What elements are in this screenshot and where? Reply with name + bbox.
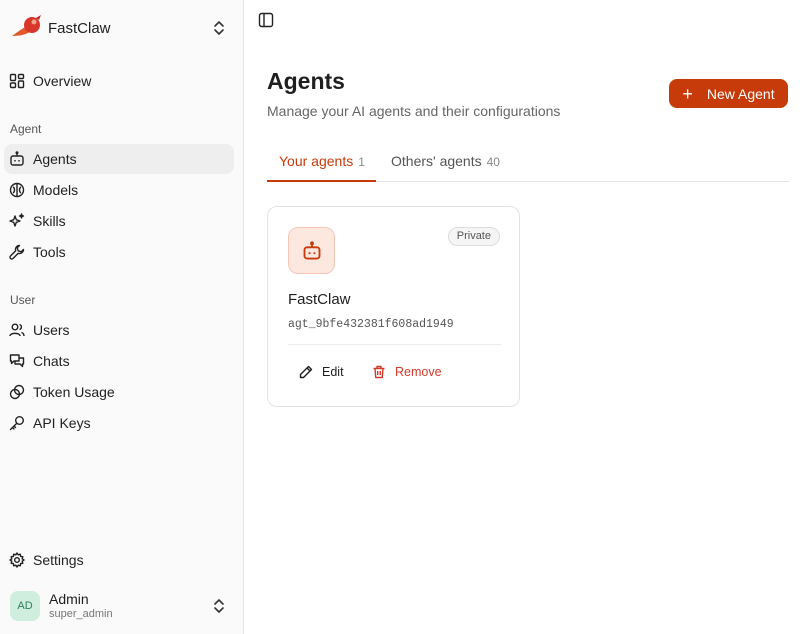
bot-icon: [303, 240, 320, 259]
sidebar-item-users[interactable]: Users: [4, 315, 234, 345]
sidebar-toggle-icon[interactable]: [258, 12, 274, 28]
brain-icon: [9, 182, 25, 198]
avatar: AD: [10, 591, 40, 621]
sidebar-item-label: Users: [33, 322, 70, 338]
tab-count: 40: [486, 155, 500, 169]
agent-id: agt_9bfe432381f608ad1949: [288, 318, 454, 331]
section-label-agent: Agent: [10, 122, 42, 136]
remove-label: Remove: [395, 365, 442, 379]
sidebar-item-label: Skills: [33, 213, 66, 229]
dashboard-icon: [9, 73, 25, 89]
page-subtitle: Manage your AI agents and their configur…: [267, 103, 561, 119]
divider: [288, 344, 501, 345]
sidebar-item-label: Agents: [33, 151, 77, 167]
wrench-icon: [9, 244, 25, 260]
sidebar-item-overview[interactable]: Overview: [4, 66, 234, 96]
sidebar-item-label: Tools: [33, 244, 66, 260]
users-icon: [9, 323, 25, 337]
user-name: Admin: [49, 591, 89, 607]
sparkles-icon: [9, 213, 25, 227]
key-icon: [9, 416, 24, 431]
tab-label: Your agents: [279, 153, 354, 169]
sidebar-item-token-usage[interactable]: Token Usage: [4, 377, 234, 407]
tab-label: Others' agents: [391, 153, 482, 169]
sidebar-item-agents[interactable]: Agents: [4, 144, 234, 174]
edit-agent-button[interactable]: Edit: [299, 362, 344, 382]
agent-avatar: [288, 227, 335, 274]
new-agent-button[interactable]: + New Agent: [669, 79, 788, 108]
plus-icon: +: [682, 83, 693, 104]
sidebar-item-label: Chats: [33, 353, 70, 369]
page-title: Agents: [267, 68, 345, 94]
chat-bubbles-icon: [9, 354, 25, 368]
sidebar-item-settings[interactable]: Settings: [4, 545, 234, 575]
sidebar-item-label: Token Usage: [33, 384, 115, 400]
trash-icon: [373, 365, 385, 379]
sidebar-item-tools[interactable]: Tools: [4, 237, 234, 267]
bot-icon: [10, 151, 24, 166]
sidebar-item-chats[interactable]: Chats: [4, 346, 234, 376]
rocket-logo: [12, 15, 41, 36]
chevron-up-down-icon: [214, 599, 224, 613]
user-info: Admin super_admin: [49, 591, 113, 621]
sidebar-item-label: Overview: [33, 73, 92, 89]
sidebar-item-models[interactable]: Models: [4, 175, 234, 205]
workspace-switcher[interactable]: FastClaw: [10, 12, 234, 44]
agent-name: FastClaw: [288, 291, 351, 308]
sidebar-item-api-keys[interactable]: API Keys: [4, 408, 234, 438]
visibility-badge: Private: [447, 227, 500, 246]
chevron-up-down-icon: [214, 21, 224, 35]
edit-label: Edit: [322, 365, 344, 379]
agent-tabs: Your agents 1 Others' agents 40: [267, 144, 789, 182]
section-label-user: User: [10, 293, 36, 307]
main-content: Agents Manage your AI agents and their c…: [245, 0, 800, 634]
sidebar-item-label: Settings: [33, 552, 84, 568]
coins-icon: [9, 384, 25, 400]
tab-your-agents[interactable]: Your agents 1: [279, 153, 365, 181]
pencil-icon: [299, 365, 313, 379]
active-tab-indicator: [267, 180, 376, 182]
user-role: super_admin: [49, 608, 113, 620]
sidebar: FastClaw Overview Agent Agents Models Sk…: [0, 0, 244, 634]
sidebar-item-label: Models: [33, 182, 79, 198]
new-agent-label: New Agent: [706, 85, 775, 102]
tab-others-agents[interactable]: Others' agents 40: [391, 153, 500, 181]
remove-agent-button[interactable]: Remove: [372, 362, 442, 382]
workspace-name: FastClaw: [48, 19, 111, 37]
sidebar-item-skills[interactable]: Skills: [4, 206, 234, 236]
sidebar-item-label: API Keys: [33, 415, 91, 431]
user-menu[interactable]: AD Admin super_admin: [10, 588, 234, 624]
tab-count: 1: [358, 155, 365, 169]
gear-icon: [9, 552, 25, 568]
agent-card[interactable]: Private FastClaw agt_9bfe432381f608ad194…: [267, 206, 520, 407]
